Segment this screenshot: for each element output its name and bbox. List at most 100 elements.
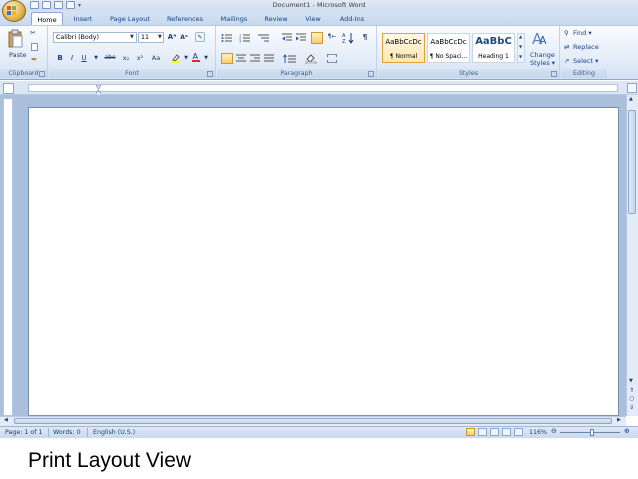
scroll-left-icon[interactable]: ◀ <box>4 418 8 423</box>
justify-icon[interactable] <box>263 54 275 64</box>
indent-marker-icon[interactable] <box>95 82 102 97</box>
tab-home[interactable]: Home <box>31 12 63 25</box>
vertical-scroll-thumb[interactable] <box>628 110 636 214</box>
sort-icon[interactable]: AZ <box>342 32 354 44</box>
tab-references[interactable]: References <box>161 12 209 25</box>
style-no-spacing[interactable]: AaBbCcDc ¶ No Spaci... <box>427 33 470 63</box>
style-heading-1[interactable]: AaBbC Heading 1 <box>472 33 515 63</box>
editing-group: ⚲ Find ▾ ⇄ Replace ↗ Select ▾ Editing <box>561 26 607 79</box>
tab-add-ins[interactable]: Add-Ins <box>334 12 370 25</box>
replace-icon[interactable]: ⇄ <box>564 44 569 51</box>
subscript-button[interactable]: x₂ <box>121 53 131 63</box>
paste-icon[interactable] <box>8 29 24 49</box>
tab-view[interactable]: View <box>300 12 326 25</box>
text-direction-icon[interactable] <box>311 32 323 44</box>
underline-dropdown-icon[interactable]: ▼ <box>91 53 101 63</box>
format-painter-icon[interactable]: ✒ <box>31 56 38 64</box>
change-styles-label-1: Change <box>530 51 555 59</box>
tab-insert[interactable]: Insert <box>67 12 99 25</box>
horizontal-scroll-thumb[interactable] <box>14 418 612 424</box>
superscript-button[interactable]: x² <box>135 53 145 63</box>
font-color-dropdown-icon[interactable]: ▼ <box>201 53 211 63</box>
align-left-icon[interactable] <box>221 53 233 64</box>
increase-indent-icon[interactable] <box>295 33 307 43</box>
styles-launcher-icon[interactable] <box>551 71 557 77</box>
zoom-in-icon[interactable]: ⊕ <box>624 428 630 435</box>
replace-button[interactable]: Replace <box>573 44 599 51</box>
clipboard-launcher-icon[interactable] <box>39 71 45 77</box>
line-spacing-icon[interactable] <box>283 54 297 64</box>
styles-gallery-scroll[interactable]: ▲ ▼ ▼ <box>517 33 525 63</box>
font-color-icon[interactable]: A <box>191 52 201 62</box>
styles-scroll-down-icon[interactable]: ▼ <box>519 45 522 49</box>
shading-icon[interactable] <box>305 53 317 64</box>
align-right-icon[interactable] <box>249 54 261 64</box>
web-layout-view-icon[interactable] <box>490 428 499 436</box>
tab-mailings[interactable]: Mailings <box>215 12 253 25</box>
multilevel-list-icon[interactable] <box>257 33 271 43</box>
scroll-up-icon[interactable]: ▲ <box>629 97 633 102</box>
page-count[interactable]: Page: 1 of 1 <box>5 429 42 436</box>
draft-view-icon[interactable] <box>514 428 523 436</box>
underline-button[interactable]: U <box>79 53 89 63</box>
view-ruler-icon[interactable] <box>627 83 637 93</box>
undo-icon[interactable] <box>42 1 51 9</box>
scroll-right-icon[interactable]: ▶ <box>617 418 621 423</box>
previous-page-icon[interactable]: ⇑ <box>629 388 634 394</box>
styles-more-icon[interactable]: ▼ <box>519 55 522 59</box>
find-button[interactable]: Find ▾ <box>573 30 592 37</box>
tab-selector-icon[interactable] <box>3 83 14 94</box>
align-center-icon[interactable] <box>235 54 247 64</box>
font-name-dropdown-icon[interactable]: ▼ <box>130 35 134 40</box>
font-name-box[interactable]: Calibri (Body) <box>53 32 137 43</box>
tab-page-layout[interactable]: Page Layout <box>104 12 156 25</box>
scroll-down-icon[interactable]: ▼ <box>629 379 633 384</box>
vertical-ruler[interactable] <box>3 98 13 416</box>
italic-button[interactable]: I <box>67 53 77 63</box>
window-title: Document1 - Microsoft Word <box>272 1 366 9</box>
font-size-dropdown-icon[interactable]: ▼ <box>158 35 162 40</box>
change-case-button[interactable]: Aa <box>149 53 163 63</box>
document-page[interactable] <box>28 107 619 416</box>
clear-formatting-icon[interactable]: ✎ <box>195 32 205 42</box>
horizontal-ruler[interactable] <box>28 84 618 98</box>
language-indicator[interactable]: English (U.S.) <box>93 429 135 436</box>
redo-icon[interactable] <box>54 1 63 9</box>
show-formatting-marks-button[interactable]: ¶ <box>360 32 370 42</box>
tab-review[interactable]: Review <box>260 12 292 25</box>
save-icon[interactable] <box>30 1 39 9</box>
cut-icon[interactable]: ✂ <box>30 30 36 37</box>
print-layout-view-icon[interactable] <box>466 428 475 436</box>
select-button[interactable]: Select ▾ <box>573 58 598 65</box>
highlight-dropdown-icon[interactable]: ▼ <box>181 53 191 63</box>
next-page-icon[interactable]: ⇓ <box>629 405 634 411</box>
highlight-color-icon[interactable] <box>171 53 181 63</box>
select-browse-object-icon[interactable]: ○ <box>629 396 634 402</box>
select-icon[interactable]: ↗ <box>564 58 569 65</box>
borders-icon[interactable] <box>327 54 337 63</box>
style-normal[interactable]: AaBbCcDc ¶ Normal <box>382 33 425 63</box>
rtl-icon[interactable]: ¶← <box>327 32 337 42</box>
full-screen-reading-view-icon[interactable] <box>478 428 487 436</box>
font-launcher-icon[interactable] <box>207 71 213 77</box>
qat-dropdown-icon[interactable]: ▾ <box>78 2 81 9</box>
zoom-level[interactable]: 116% <box>529 429 547 436</box>
outline-view-icon[interactable] <box>502 428 511 436</box>
copy-icon[interactable] <box>31 43 38 51</box>
bold-button[interactable]: B <box>55 53 65 63</box>
decrease-indent-icon[interactable] <box>281 33 293 43</box>
grow-font-icon[interactable]: Aᵃ <box>167 32 177 42</box>
find-icon[interactable]: ⚲ <box>564 30 569 37</box>
strikethrough-button[interactable]: abe <box>103 53 117 63</box>
numbering-icon[interactable]: 123 <box>239 33 251 43</box>
change-styles-icon[interactable]: A A <box>531 29 551 47</box>
styles-scroll-up-icon[interactable]: ▲ <box>519 35 522 39</box>
word-count[interactable]: Words: 0 <box>53 429 81 436</box>
zoom-out-icon[interactable]: ⊖ <box>551 428 557 435</box>
paragraph-launcher-icon[interactable] <box>368 71 374 77</box>
svg-text:Z: Z <box>342 39 346 44</box>
bullets-icon[interactable] <box>221 33 233 43</box>
shrink-font-icon[interactable]: Aᵃ <box>179 33 189 43</box>
print-preview-icon[interactable] <box>66 1 75 9</box>
zoom-slider-thumb[interactable] <box>590 429 594 436</box>
